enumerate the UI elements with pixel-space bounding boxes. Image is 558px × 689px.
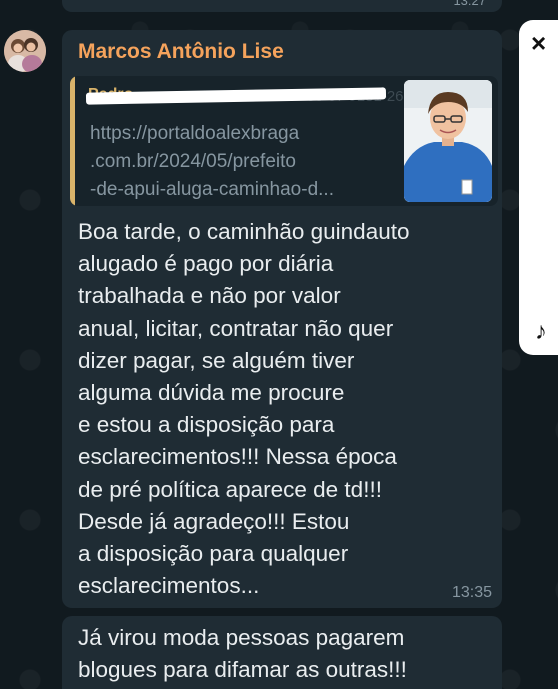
avatar-photo-icon [4,30,46,72]
message-text: Boa tarde, o caminhão guindauto alugado … [78,219,410,599]
tiktok-icon[interactable]: ♪ [535,318,547,346]
floating-side-panel[interactable]: × ♪ [519,20,558,355]
message-time: 13:35 [451,584,492,601]
message-bubble[interactable]: Marcos Antônio Lise Pedro +55 67 9181-26… [62,30,502,608]
sender-avatar[interactable] [4,30,46,72]
quote-link[interactable]: https://portaldoalexbraga .com.br/2024/0… [90,120,390,204]
close-icon[interactable]: × [531,28,546,59]
next-message-text: Já virou moda pessoas pagarem blogues pa… [78,625,407,683]
quoted-message[interactable]: Pedro +55 67 9181-2654 https://portaldoa… [70,76,498,206]
next-message-bubble[interactable]: Já virou moda pessoas pagarem blogues pa… [62,616,502,689]
quote-accent-bar [70,76,75,206]
previous-message-time: 13:27 [453,0,486,8]
quote-thumbnail [404,80,492,202]
person-photo-icon [404,80,492,202]
previous-message-bubble[interactable]: 13:27 [62,0,502,12]
sender-name[interactable]: Marcos Antônio Lise [78,40,284,64]
